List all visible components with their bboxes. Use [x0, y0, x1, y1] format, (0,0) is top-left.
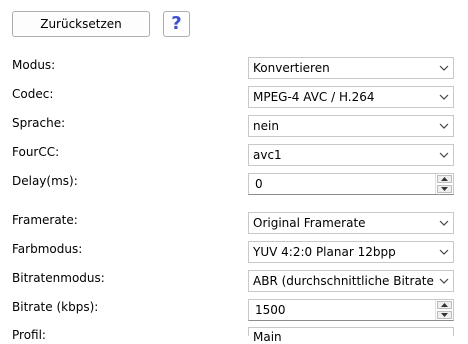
chevron-down-icon [435, 145, 453, 165]
bitrate-spinbox[interactable]: 1500 [248, 299, 454, 321]
mode-label: Modus: [12, 58, 56, 72]
chevron-down-icon [435, 242, 453, 262]
chevron-down-icon [435, 116, 453, 136]
chevron-down-icon [435, 87, 453, 107]
color-mode-select[interactable]: YUV 4:2:0 Planar 12bpp [248, 241, 454, 263]
mode-value: Konvertieren [253, 61, 330, 75]
help-icon: ? [171, 13, 182, 34]
framerate-value: Original Framerate [253, 216, 366, 230]
color-mode-label: Farbmodus: [12, 242, 83, 256]
fourcc-label: FourCC: [12, 145, 60, 159]
delay-label: Delay(ms): [12, 174, 78, 188]
chevron-down-icon [435, 213, 453, 233]
spin-down-icon[interactable] [437, 311, 452, 319]
language-select[interactable]: nein [248, 115, 454, 137]
chevron-down-icon [435, 271, 453, 291]
language-value: nein [253, 119, 279, 133]
bitrate-label: Bitrate (kbps): [12, 300, 99, 314]
framerate-label: Framerate: [12, 213, 78, 227]
spin-down-icon[interactable] [437, 185, 452, 193]
spin-up-icon[interactable] [437, 175, 452, 183]
profile-select[interactable]: Main [248, 327, 454, 344]
reset-button-label: Zurücksetzen [40, 17, 122, 31]
framerate-select[interactable]: Original Framerate [248, 212, 454, 234]
mode-select[interactable]: Konvertieren [248, 57, 454, 79]
bitrate-mode-value: ABR (durchschnittliche Bitrate) [253, 274, 435, 288]
help-button[interactable]: ? [163, 11, 190, 37]
bitrate-value: 1500 [255, 303, 286, 317]
delay-spinbox[interactable]: 0 [248, 173, 454, 195]
profile-value: Main [253, 330, 282, 344]
spin-up-icon[interactable] [437, 301, 452, 309]
fourcc-value: avc1 [253, 148, 282, 162]
language-label: Sprache: [12, 116, 66, 130]
reset-button[interactable]: Zurücksetzen [12, 11, 150, 37]
codec-label: Codec: [12, 87, 54, 101]
codec-value: MPEG-4 AVC / H.264 [253, 90, 375, 104]
bitrate-mode-label: Bitratenmodus: [12, 271, 105, 285]
delay-value: 0 [255, 177, 263, 191]
codec-select[interactable]: MPEG-4 AVC / H.264 [248, 86, 454, 108]
fourcc-select[interactable]: avc1 [248, 144, 454, 166]
color-mode-value: YUV 4:2:0 Planar 12bpp [253, 245, 396, 259]
profile-label: Profil: [12, 328, 46, 342]
bitrate-mode-select[interactable]: ABR (durchschnittliche Bitrate) [248, 270, 454, 292]
chevron-down-icon [435, 58, 453, 78]
